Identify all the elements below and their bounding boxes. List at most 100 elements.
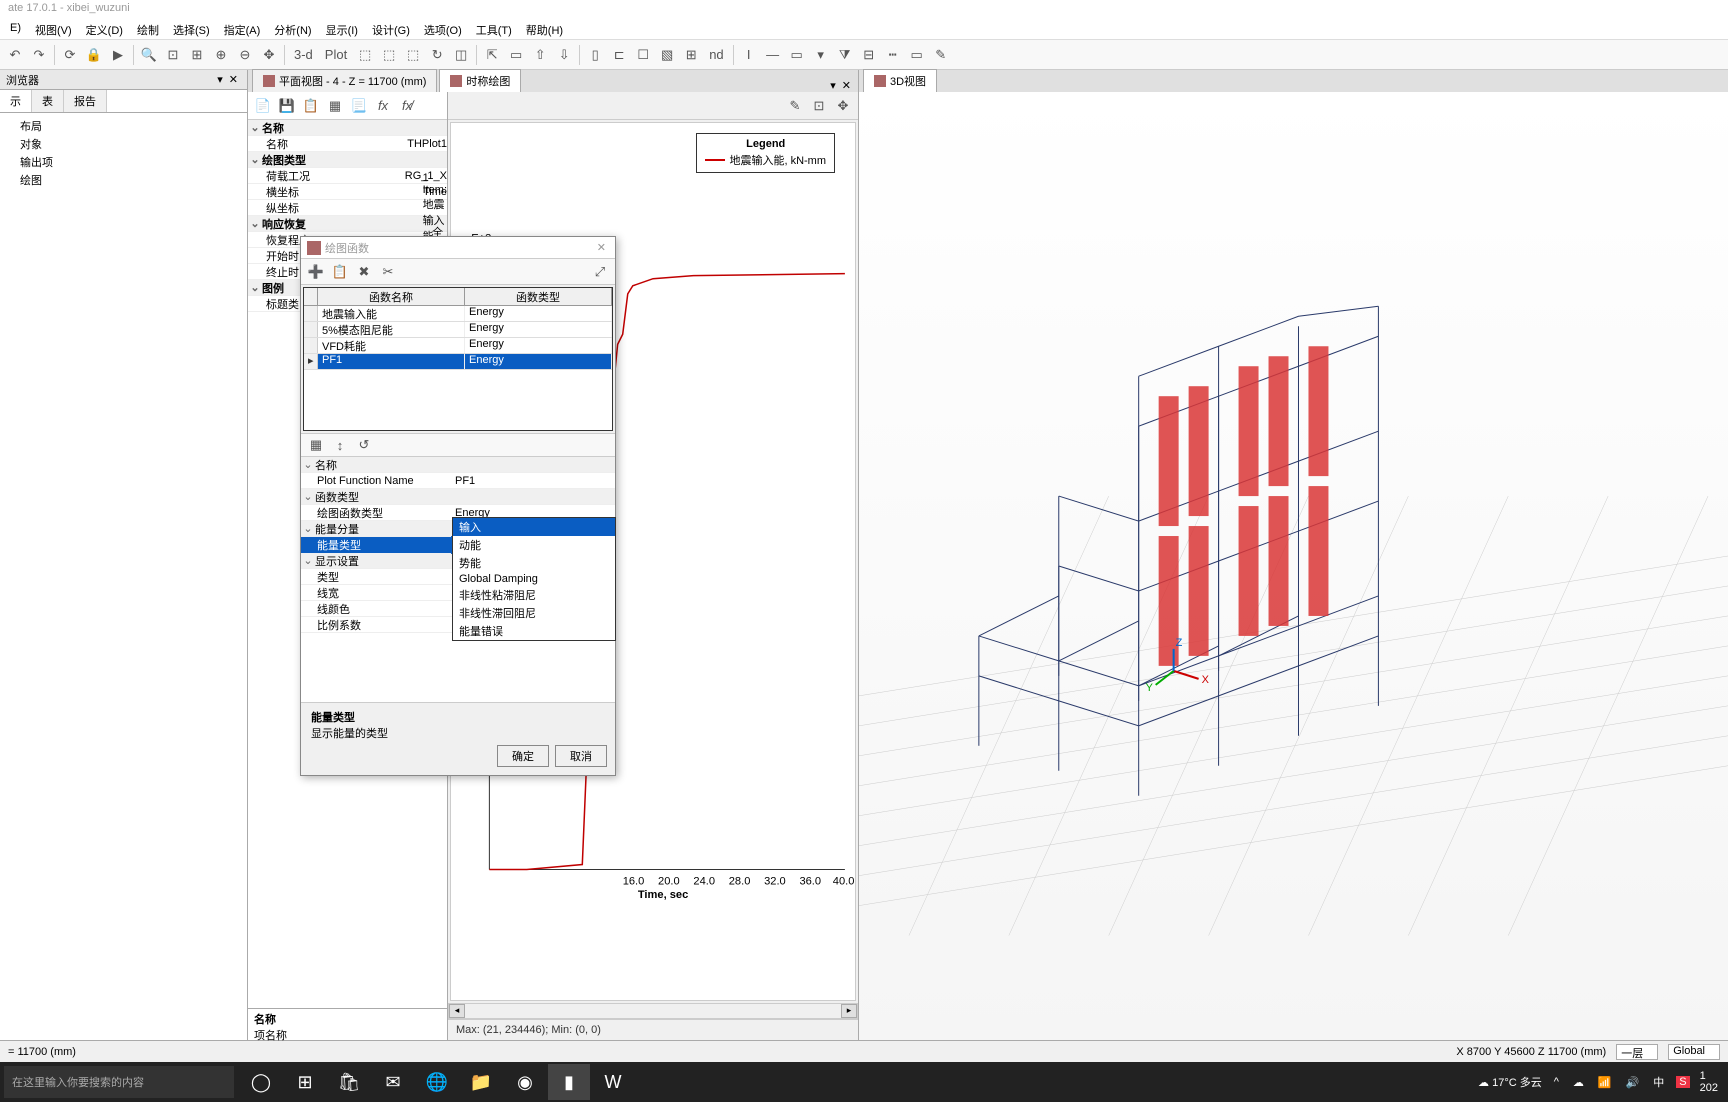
start-icon[interactable]: ◯ [240, 1064, 282, 1100]
collapse-icon[interactable]: ⌄ [248, 281, 262, 294]
tab-3d-view[interactable]: 3D视图 [863, 69, 937, 92]
undo-icon[interactable]: ↶ [4, 44, 26, 66]
dd-nl-viscous[interactable]: 非线性粘滞阻尼 [453, 586, 615, 604]
col-func-name[interactable]: 函数名称 [318, 288, 465, 305]
object-icon[interactable]: ▭ [505, 44, 527, 66]
view-3d-button[interactable]: 3-d [289, 44, 318, 66]
doc-icon[interactable]: 📃 [348, 95, 370, 117]
rect-icon[interactable]: ▭ [786, 44, 808, 66]
zoom-prev-icon[interactable]: ⊞ [186, 44, 208, 66]
weather-widget[interactable]: ☁ 17°C 多云 [1478, 1074, 1542, 1090]
tab-table[interactable]: 表 [32, 90, 64, 112]
collapse-icon[interactable]: ⌄ [248, 153, 262, 166]
xz-icon[interactable]: ⬚ [378, 44, 400, 66]
pan-icon[interactable]: ✥ [258, 44, 280, 66]
pen-icon[interactable]: ✎ [930, 44, 952, 66]
tree-object[interactable]: 对象 [8, 135, 239, 153]
saveas-icon[interactable]: 📋 [300, 95, 322, 117]
section-icon[interactable]: ⊏ [608, 44, 630, 66]
zoom-full-icon[interactable]: ⊡ [162, 44, 184, 66]
down-icon[interactable]: ⇩ [553, 44, 575, 66]
tab-report[interactable]: 报告 [64, 90, 107, 112]
dialog-close-icon[interactable]: ✕ [594, 241, 609, 254]
scroll-left-icon[interactable]: ◂ [449, 1004, 465, 1018]
fx-icon[interactable]: fx [372, 95, 394, 117]
volume-icon[interactable]: 🔊 [1624, 1076, 1642, 1089]
add-func-icon[interactable]: ➕ [305, 261, 327, 283]
column-icon[interactable]: ⊟ [858, 44, 880, 66]
ime-icon[interactable]: 中 [1651, 1074, 1666, 1090]
panel-close-icon[interactable]: ✕ [226, 74, 241, 86]
tree-view[interactable]: 布局 对象 输出项 绘图 [0, 113, 247, 1040]
save-icon[interactable]: 💾 [276, 95, 298, 117]
app1-icon[interactable]: ▮ [548, 1064, 590, 1100]
new-icon[interactable]: 📄 [252, 95, 274, 117]
menu-select[interactable]: 选择(S) [169, 22, 214, 37]
select-icon[interactable]: ▧ [656, 44, 678, 66]
tab-drop-icon[interactable]: ▾ [827, 79, 839, 92]
3d-viewport[interactable]: X Y Z [859, 92, 1728, 1040]
table-row[interactable]: VFD耗能Energy [304, 338, 612, 354]
menu-options[interactable]: 选项(O) [420, 22, 466, 37]
table-row[interactable]: 5%模态阻尼能Energy [304, 322, 612, 338]
clock[interactable]: 1202 [1700, 1070, 1718, 1094]
menu-design[interactable]: 设计(G) [368, 22, 414, 37]
ok-button[interactable]: 确定 [497, 745, 549, 767]
menu-analyze[interactable]: 分析(N) [270, 22, 315, 37]
panel-dropdown-icon[interactable]: ▾ [214, 74, 226, 86]
energy-type-dropdown[interactable]: 输入 动能 势能 Global Damping 非线性粘滞阻尼 非线性滞回阻尼 … [452, 517, 616, 641]
chrome-icon[interactable]: ◉ [504, 1064, 546, 1100]
prop-name-value[interactable]: THPlot1 [403, 138, 447, 150]
perspective-icon[interactable]: ◫ [450, 44, 472, 66]
edge-icon[interactable]: 🌐 [416, 1064, 458, 1100]
menu-tools[interactable]: 工具(T) [472, 22, 516, 37]
plot-button[interactable]: Plot [320, 44, 352, 66]
nd-button[interactable]: nd [704, 44, 728, 66]
zoom-rubber-icon[interactable]: 🔍 [138, 44, 160, 66]
expand-dialog-icon[interactable]: ⤢ [589, 261, 611, 283]
redo-icon[interactable]: ↷ [28, 44, 50, 66]
menu-display[interactable]: 显示(I) [322, 22, 362, 37]
zoom-in-icon[interactable]: ⊕ [210, 44, 232, 66]
taskview-icon[interactable]: ⊞ [284, 1064, 326, 1100]
color-icon[interactable]: ▭ [906, 44, 928, 66]
menu-view[interactable]: 视图(V) [31, 22, 76, 37]
refresh-icon[interactable]: ⟳ [59, 44, 81, 66]
extrude-icon[interactable]: ▯ [584, 44, 606, 66]
up-icon[interactable]: ⇧ [529, 44, 551, 66]
tree-output[interactable]: 输出项 [8, 153, 239, 171]
edit-chart-icon[interactable]: ✎ [784, 95, 806, 117]
edit-func-icon[interactable]: ✂ [377, 261, 399, 283]
sogou-icon[interactable]: S [1676, 1076, 1689, 1088]
yz-icon[interactable]: ⬚ [402, 44, 424, 66]
tab-display[interactable]: 示 [0, 90, 32, 112]
show-icon[interactable]: ☐ [632, 44, 654, 66]
status-coord-select[interactable]: Global [1668, 1044, 1720, 1060]
onedrive-icon[interactable]: ☁ [1571, 1076, 1586, 1089]
collapse-icon[interactable]: ⌄ [248, 121, 262, 134]
dd-global-damping[interactable]: Global Damping [453, 572, 615, 586]
wifi-icon[interactable]: 📶 [1596, 1076, 1614, 1089]
mail-icon[interactable]: ✉ [372, 1064, 414, 1100]
explorer-icon[interactable]: 📁 [460, 1064, 502, 1100]
word-icon[interactable]: W [592, 1064, 634, 1100]
table-row-selected[interactable]: ▸PF1Energy [304, 354, 612, 370]
grid-icon[interactable]: ▦ [324, 95, 346, 117]
shrink-icon[interactable]: ⇱ [481, 44, 503, 66]
copy-func-icon[interactable]: 📋 [329, 261, 351, 283]
dropdown1-icon[interactable]: ▾ [810, 44, 832, 66]
col-func-type[interactable]: 函数类型 [465, 288, 612, 305]
funnel-icon[interactable]: ⧩ [834, 44, 856, 66]
menu-assign[interactable]: 指定(A) [220, 22, 265, 37]
delete-func-icon[interactable]: ✖ [353, 261, 375, 283]
lock-icon[interactable]: 🔒 [83, 44, 105, 66]
dim-icon[interactable]: — [762, 44, 784, 66]
tab-plan-view[interactable]: 平面视图 - 4 - Z = 11700 (mm) [252, 69, 437, 92]
dd-kinetic[interactable]: 动能 [453, 536, 615, 554]
table-row[interactable]: 地震输入能Energy [304, 306, 612, 322]
h-scrollbar[interactable]: ◂ ▸ [448, 1003, 858, 1019]
run-icon[interactable]: ▶ [107, 44, 129, 66]
status-floor-select[interactable]: 一层 [1616, 1044, 1658, 1060]
menu-help[interactable]: 帮助(H) [522, 22, 567, 37]
line-style-icon[interactable]: ┅ [882, 44, 904, 66]
